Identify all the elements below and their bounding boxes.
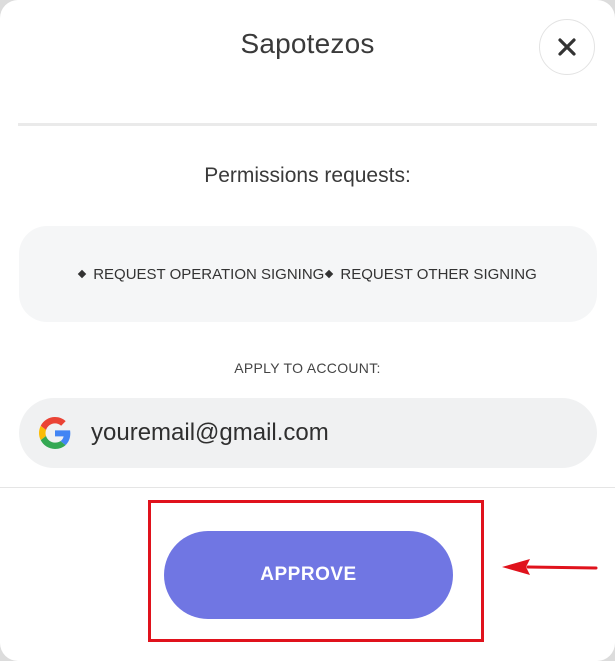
permissions-list: REQUEST OPERATION SIGNING REQUEST OTHER …: [19, 226, 597, 322]
permission-modal: Sapotezos Permissions requests: REQUEST …: [0, 0, 615, 661]
permission-label: REQUEST OTHER SIGNING: [340, 265, 537, 283]
close-icon: [558, 38, 576, 56]
permission-label: REQUEST OPERATION SIGNING: [93, 265, 325, 283]
permissions-heading: Permissions requests:: [204, 164, 411, 187]
account-email: youremail@gmail.com: [91, 419, 329, 446]
modal-title: Sapotezos: [240, 28, 375, 59]
apply-account-label: APPLY TO ACCOUNT:: [234, 360, 381, 376]
header-divider: [18, 123, 597, 126]
permission-item: REQUEST OPERATION SIGNING: [77, 265, 325, 283]
bullet-icon: [325, 269, 334, 279]
account-selector[interactable]: youremail@gmail.com: [19, 398, 597, 468]
bullet-icon: [77, 269, 87, 279]
close-button[interactable]: [539, 19, 595, 75]
permission-item: REQUEST OTHER SIGNING: [324, 265, 537, 283]
arrow-left-icon: [502, 559, 598, 575]
google-icon: [39, 417, 71, 449]
highlight-annotation: [148, 500, 484, 642]
footer-divider: [0, 487, 615, 488]
